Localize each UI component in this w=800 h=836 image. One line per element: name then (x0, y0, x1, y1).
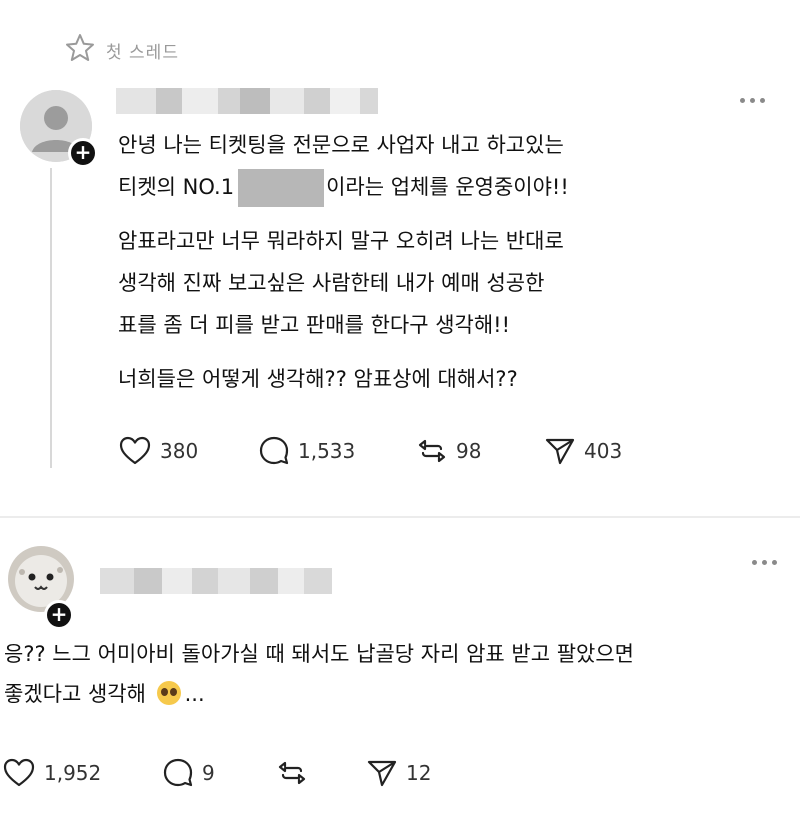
avatar[interactable]: + (20, 90, 98, 168)
post-line: 너희들은 어떻게 생각해?? 암표상에 대해서?? (118, 367, 518, 391)
redacted-block (238, 169, 325, 207)
reply-line: 응?? 느그 어미아비 돌아가실 때 돼서도 납골당 자리 암표 받고 팔았으면 (4, 642, 635, 666)
post-line: 이라는 업체를 운영중이야!! (326, 175, 569, 199)
pleading-face-emoji (156, 681, 181, 705)
repost-button[interactable] (276, 757, 366, 789)
share-button[interactable]: 12 (366, 757, 431, 789)
like-button[interactable]: 380 (118, 434, 258, 468)
divider (0, 516, 800, 518)
username-blurred (116, 88, 378, 114)
post-line: 안녕 나는 티켓팅을 전문으로 사업자 내고 하고있는 (118, 133, 564, 157)
more-options-icon[interactable] (752, 560, 777, 565)
like-button[interactable]: 1,952 (2, 756, 162, 790)
repost-count: 98 (456, 439, 482, 463)
comment-button[interactable]: 9 (162, 757, 276, 789)
post-actions: 380 1,533 98 403 (118, 434, 622, 468)
reply-line: 좋겠다고 생각해 (4, 682, 146, 706)
post-line: 표를 좀 더 피를 받고 판매를 한다구 생각해!! (118, 313, 511, 337)
first-thread-header: 첫 스레드 (64, 34, 179, 66)
first-thread-label: 첫 스레드 (106, 42, 179, 63)
more-options-icon[interactable] (740, 98, 765, 103)
username-blurred (100, 568, 332, 594)
reply-ellipsis: ... (184, 682, 205, 706)
share-count: 403 (584, 439, 623, 463)
comment-icon (162, 757, 194, 789)
send-icon (544, 435, 576, 467)
comment-count: 1,533 (298, 439, 356, 463)
comment-button[interactable]: 1,533 (258, 435, 416, 467)
share-count: 12 (406, 761, 432, 785)
comment-count: 9 (202, 761, 215, 785)
reply-body: 응?? 느그 어미아비 돌아가실 때 돼서도 납골당 자리 암표 받고 팔았으면… (4, 634, 794, 714)
post-line: 암표라고만 너무 뭐라하지 말구 오히려 나는 반대로 (118, 229, 564, 253)
repost-icon (276, 757, 308, 789)
send-icon (366, 757, 398, 789)
post-body: 안녕 나는 티켓팅을 전문으로 사업자 내고 하고있는 티켓의 NO.1 이라는 … (118, 124, 758, 412)
repost-icon (416, 435, 448, 467)
like-count: 1,952 (44, 761, 102, 785)
star-icon (64, 32, 96, 68)
reply-actions: 1,952 9 12 (2, 756, 431, 790)
share-button[interactable]: 403 (544, 435, 622, 467)
comment-icon (258, 435, 290, 467)
avatar[interactable]: + (8, 546, 74, 630)
post-line: 티켓의 NO.1 (118, 175, 235, 199)
post-line: 생각해 진짜 보고싶은 사람한테 내가 예매 성공한 (118, 271, 545, 295)
thread-line (50, 168, 52, 468)
heart-icon (118, 434, 152, 468)
plus-icon[interactable]: + (44, 600, 74, 630)
heart-icon (2, 756, 36, 790)
like-count: 380 (160, 439, 199, 463)
plus-icon[interactable]: + (68, 138, 98, 168)
repost-button[interactable]: 98 (416, 435, 544, 467)
